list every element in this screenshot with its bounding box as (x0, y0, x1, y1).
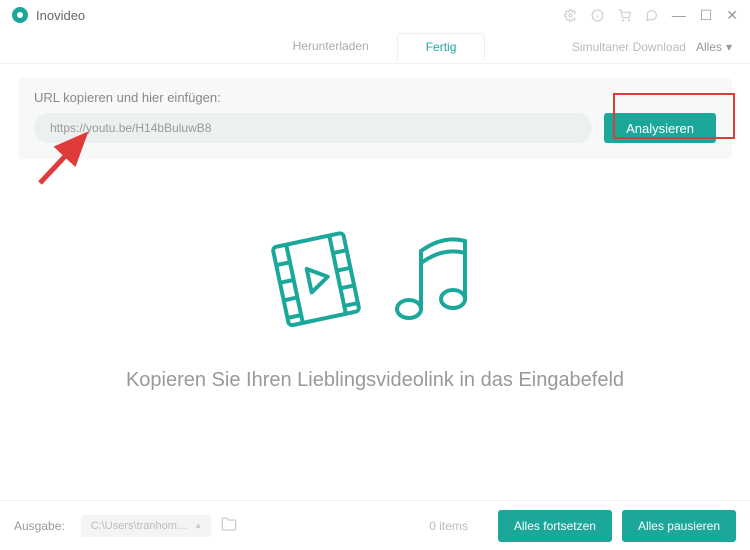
film-reel-icon (270, 229, 365, 329)
output-path-dropdown[interactable]: C:\Users\tranhom\Inovi ▴ (81, 515, 211, 537)
gear-icon[interactable] (564, 9, 577, 22)
hero-icons (20, 229, 730, 329)
tabs-row: Herunterladen Fertig Simultaner Download… (0, 30, 750, 64)
output-path-text: C:\Users\tranhom\Inovi (91, 520, 190, 532)
tab-done[interactable]: Fertig (397, 33, 486, 61)
analyze-button[interactable]: Analysieren (604, 113, 716, 143)
info-icon[interactable] (591, 9, 604, 22)
titlebar: Inovideo — ☐ ✕ (0, 0, 750, 30)
bottom-bar: Ausgabe: C:\Users\tranhom\Inovi ▴ 0 item… (0, 500, 750, 550)
simultaneous-download-value: Alles (696, 40, 722, 54)
url-input[interactable] (34, 113, 592, 143)
url-row: Analysieren (34, 113, 716, 143)
chevron-down-icon: ▾ (726, 40, 732, 54)
url-label: URL kopieren und hier einfügen: (34, 90, 716, 105)
output-label: Ausgabe: (14, 519, 65, 533)
items-count: 0 items (429, 519, 468, 533)
app-logo-icon (12, 7, 28, 23)
simultaneous-download-label: Simultaner Download (572, 40, 686, 54)
chat-icon[interactable] (645, 9, 658, 22)
app-name: Inovideo (36, 8, 85, 23)
maximize-button[interactable]: ☐ (700, 7, 713, 24)
close-button[interactable]: ✕ (726, 7, 738, 24)
tab-download[interactable]: Herunterladen (265, 33, 397, 60)
hero-text: Kopieren Sie Ihren Lieblingsvideolink in… (20, 369, 730, 392)
music-note-icon (385, 229, 480, 329)
url-section: URL kopieren und hier einfügen: Analysie… (18, 78, 732, 159)
titlebar-left: Inovideo (12, 7, 85, 23)
tabs-center: Herunterladen Fertig (265, 33, 486, 60)
chevron-up-icon: ▴ (196, 520, 201, 531)
open-folder-icon[interactable] (221, 516, 237, 535)
simultaneous-download-dropdown[interactable]: Alles ▾ (696, 40, 732, 54)
resume-all-button[interactable]: Alles fortsetzen (498, 510, 612, 542)
titlebar-right: — ☐ ✕ (564, 7, 738, 24)
cart-icon[interactable] (618, 9, 631, 22)
tabs-right: Simultaner Download Alles ▾ (572, 40, 732, 54)
pause-all-button[interactable]: Alles pausieren (622, 510, 736, 542)
main-content: Kopieren Sie Ihren Lieblingsvideolink in… (0, 159, 750, 392)
minimize-button[interactable]: — (672, 7, 686, 23)
